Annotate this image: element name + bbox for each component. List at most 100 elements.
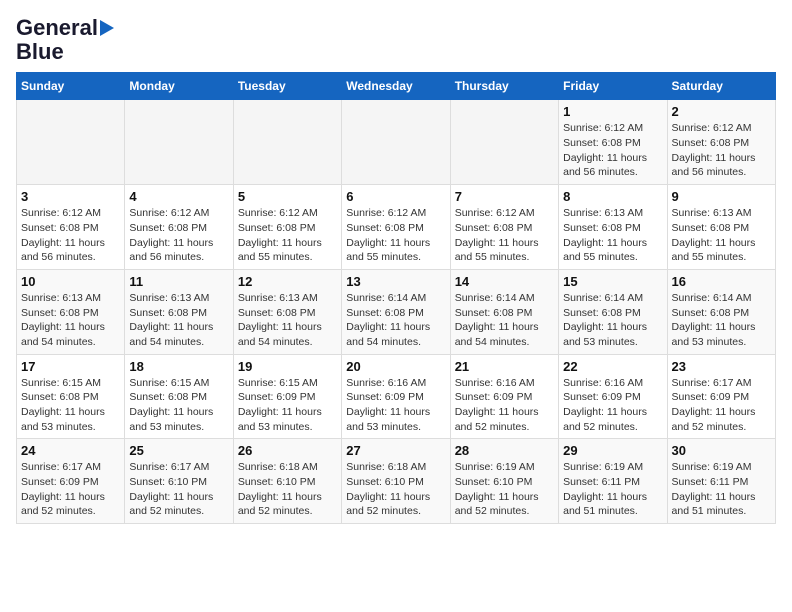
day-number: 4 — [129, 189, 228, 204]
calendar-cell: 19 Sunrise: 6:15 AM Sunset: 6:09 PM Dayli… — [233, 354, 341, 439]
calendar-cell: 23 Sunrise: 6:17 AM Sunset: 6:09 PM Dayli… — [667, 354, 775, 439]
weekday-header-monday: Monday — [125, 73, 233, 100]
day-number: 9 — [672, 189, 771, 204]
day-number: 2 — [672, 104, 771, 119]
day-detail: Sunrise: 6:19 AM Sunset: 6:11 PM Dayligh… — [563, 460, 662, 519]
day-number: 10 — [21, 274, 120, 289]
day-detail: Sunrise: 6:18 AM Sunset: 6:10 PM Dayligh… — [238, 460, 337, 519]
header: General Blue — [16, 16, 776, 64]
weekday-header-thursday: Thursday — [450, 73, 558, 100]
day-detail: Sunrise: 6:12 AM Sunset: 6:08 PM Dayligh… — [21, 206, 120, 265]
day-detail: Sunrise: 6:13 AM Sunset: 6:08 PM Dayligh… — [672, 206, 771, 265]
day-number: 17 — [21, 359, 120, 374]
calendar-cell: 11 Sunrise: 6:13 AM Sunset: 6:08 PM Dayli… — [125, 269, 233, 354]
calendar-cell — [450, 100, 558, 185]
day-number: 30 — [672, 443, 771, 458]
day-number: 11 — [129, 274, 228, 289]
day-detail: Sunrise: 6:13 AM Sunset: 6:08 PM Dayligh… — [21, 291, 120, 350]
weekday-header-saturday: Saturday — [667, 73, 775, 100]
day-number: 15 — [563, 274, 662, 289]
day-number: 12 — [238, 274, 337, 289]
calendar-cell: 13 Sunrise: 6:14 AM Sunset: 6:08 PM Dayli… — [342, 269, 450, 354]
calendar-cell: 26Sunrise: 6:18 AM Sunset: 6:10 PM Dayli… — [233, 439, 341, 524]
calendar-cell: 2 Sunrise: 6:12 AM Sunset: 6:08 PM Daylig… — [667, 100, 775, 185]
calendar-cell: 10 Sunrise: 6:13 AM Sunset: 6:08 PM Dayli… — [17, 269, 125, 354]
calendar-cell: 21 Sunrise: 6:16 AM Sunset: 6:09 PM Dayli… — [450, 354, 558, 439]
day-detail: Sunrise: 6:12 AM Sunset: 6:08 PM Dayligh… — [129, 206, 228, 265]
day-number: 22 — [563, 359, 662, 374]
calendar-cell: 3 Sunrise: 6:12 AM Sunset: 6:08 PM Daylig… — [17, 185, 125, 270]
day-number: 25 — [129, 443, 228, 458]
day-number: 7 — [455, 189, 554, 204]
calendar-cell: 6 Sunrise: 6:12 AM Sunset: 6:08 PM Daylig… — [342, 185, 450, 270]
weekday-header-wednesday: Wednesday — [342, 73, 450, 100]
logo-general: General — [16, 16, 98, 40]
calendar-cell: 16 Sunrise: 6:14 AM Sunset: 6:08 PM Dayli… — [667, 269, 775, 354]
day-number: 3 — [21, 189, 120, 204]
day-number: 27 — [346, 443, 445, 458]
calendar-cell: 30 Sunrise: 6:19 AM Sunset: 6:11 PM Dayli… — [667, 439, 775, 524]
calendar-cell: 12 Sunrise: 6:13 AM Sunset: 6:08 PM Dayli… — [233, 269, 341, 354]
day-number: 19 — [238, 359, 337, 374]
day-detail: Sunrise: 6:13 AM Sunset: 6:08 PM Dayligh… — [129, 291, 228, 350]
day-detail: Sunrise: 6:15 AM Sunset: 6:08 PM Dayligh… — [21, 376, 120, 435]
calendar-cell — [17, 100, 125, 185]
day-detail: Sunrise: 6:12 AM Sunset: 6:08 PM Dayligh… — [672, 121, 771, 180]
calendar-cell: 22Sunrise: 6:16 AM Sunset: 6:09 PM Dayli… — [559, 354, 667, 439]
day-detail: Sunrise: 6:14 AM Sunset: 6:08 PM Dayligh… — [563, 291, 662, 350]
calendar-cell: 5 Sunrise: 6:12 AM Sunset: 6:08 PM Daylig… — [233, 185, 341, 270]
day-detail: Sunrise: 6:12 AM Sunset: 6:08 PM Dayligh… — [238, 206, 337, 265]
calendar-cell: 9 Sunrise: 6:13 AM Sunset: 6:08 PM Daylig… — [667, 185, 775, 270]
weekday-header-friday: Friday — [559, 73, 667, 100]
day-detail: Sunrise: 6:15 AM Sunset: 6:09 PM Dayligh… — [238, 376, 337, 435]
day-detail: Sunrise: 6:14 AM Sunset: 6:08 PM Dayligh… — [672, 291, 771, 350]
day-detail: Sunrise: 6:17 AM Sunset: 6:09 PM Dayligh… — [672, 376, 771, 435]
day-detail: Sunrise: 6:16 AM Sunset: 6:09 PM Dayligh… — [455, 376, 554, 435]
day-number: 14 — [455, 274, 554, 289]
day-detail: Sunrise: 6:19 AM Sunset: 6:11 PM Dayligh… — [672, 460, 771, 519]
day-detail: Sunrise: 6:17 AM Sunset: 6:09 PM Dayligh… — [21, 460, 120, 519]
day-number: 5 — [238, 189, 337, 204]
day-detail: Sunrise: 6:14 AM Sunset: 6:08 PM Dayligh… — [346, 291, 445, 350]
day-detail: Sunrise: 6:16 AM Sunset: 6:09 PM Dayligh… — [346, 376, 445, 435]
logo-arrow-icon — [100, 20, 114, 36]
day-detail: Sunrise: 6:18 AM Sunset: 6:10 PM Dayligh… — [346, 460, 445, 519]
day-number: 6 — [346, 189, 445, 204]
calendar-table: SundayMondayTuesdayWednesdayThursdayFrid… — [16, 72, 776, 524]
logo: General Blue — [16, 16, 114, 64]
day-detail: Sunrise: 6:14 AM Sunset: 6:08 PM Dayligh… — [455, 291, 554, 350]
calendar-cell: 25Sunrise: 6:17 AM Sunset: 6:10 PM Dayli… — [125, 439, 233, 524]
day-number: 24 — [21, 443, 120, 458]
day-number: 23 — [672, 359, 771, 374]
day-number: 28 — [455, 443, 554, 458]
day-detail: Sunrise: 6:12 AM Sunset: 6:08 PM Dayligh… — [346, 206, 445, 265]
calendar-cell: 15 Sunrise: 6:14 AM Sunset: 6:08 PM Dayli… — [559, 269, 667, 354]
day-detail: Sunrise: 6:13 AM Sunset: 6:08 PM Dayligh… — [563, 206, 662, 265]
calendar-cell: 1Sunrise: 6:12 AM Sunset: 6:08 PM Daylig… — [559, 100, 667, 185]
day-detail: Sunrise: 6:13 AM Sunset: 6:08 PM Dayligh… — [238, 291, 337, 350]
weekday-header-tuesday: Tuesday — [233, 73, 341, 100]
calendar-cell: 20 Sunrise: 6:16 AM Sunset: 6:09 PM Dayli… — [342, 354, 450, 439]
calendar-cell: 24 Sunrise: 6:17 AM Sunset: 6:09 PM Dayli… — [17, 439, 125, 524]
weekday-header-sunday: Sunday — [17, 73, 125, 100]
day-detail: Sunrise: 6:12 AM Sunset: 6:08 PM Dayligh… — [563, 121, 662, 180]
day-detail: Sunrise: 6:12 AM Sunset: 6:08 PM Dayligh… — [455, 206, 554, 265]
calendar-cell — [342, 100, 450, 185]
calendar-cell: 29 Sunrise: 6:19 AM Sunset: 6:11 PM Dayli… — [559, 439, 667, 524]
calendar-cell: 8Sunrise: 6:13 AM Sunset: 6:08 PM Daylig… — [559, 185, 667, 270]
calendar-cell — [125, 100, 233, 185]
day-number: 29 — [563, 443, 662, 458]
calendar-cell: 17 Sunrise: 6:15 AM Sunset: 6:08 PM Dayli… — [17, 354, 125, 439]
calendar-cell: 27 Sunrise: 6:18 AM Sunset: 6:10 PM Dayli… — [342, 439, 450, 524]
calendar-cell — [233, 100, 341, 185]
day-detail: Sunrise: 6:15 AM Sunset: 6:08 PM Dayligh… — [129, 376, 228, 435]
day-number: 20 — [346, 359, 445, 374]
calendar-cell: 4 Sunrise: 6:12 AM Sunset: 6:08 PM Daylig… — [125, 185, 233, 270]
calendar-cell: 14 Sunrise: 6:14 AM Sunset: 6:08 PM Dayli… — [450, 269, 558, 354]
calendar-cell: 7 Sunrise: 6:12 AM Sunset: 6:08 PM Daylig… — [450, 185, 558, 270]
day-detail: Sunrise: 6:19 AM Sunset: 6:10 PM Dayligh… — [455, 460, 554, 519]
day-number: 18 — [129, 359, 228, 374]
day-number: 13 — [346, 274, 445, 289]
day-number: 21 — [455, 359, 554, 374]
day-number: 16 — [672, 274, 771, 289]
